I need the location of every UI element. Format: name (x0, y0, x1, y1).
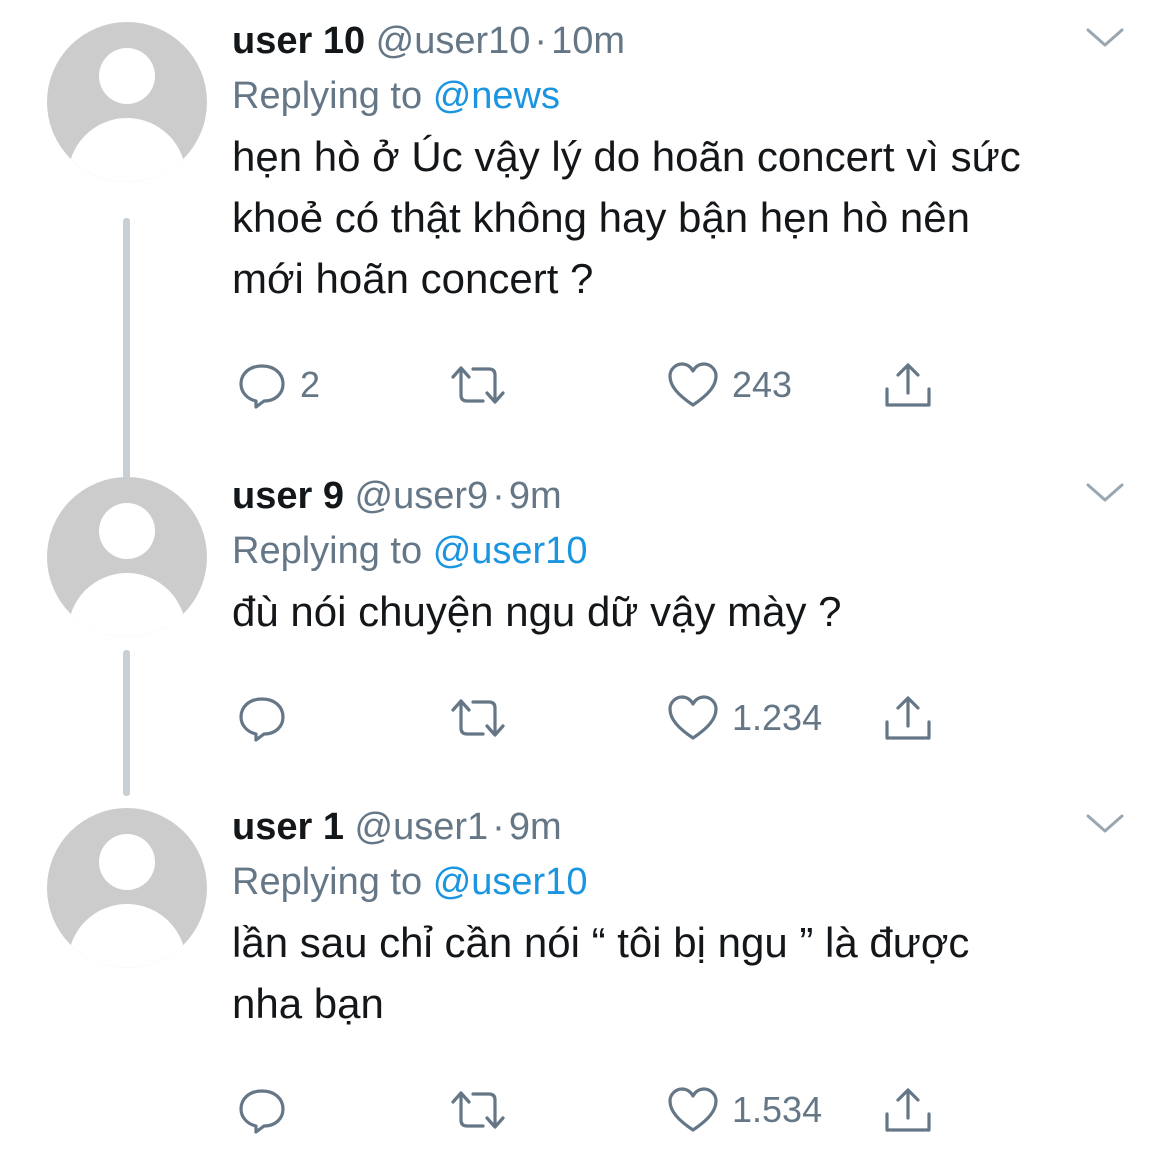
chevron-down-icon[interactable] (1083, 477, 1127, 507)
retweet-button[interactable] (448, 1080, 520, 1140)
tweet[interactable]: user 9 @user9 · 9m Replying to @user10 đù … (0, 475, 1170, 796)
tweet-text-line: đù nói chuyện ngu dữ vậy mày ? (232, 588, 842, 635)
reply-button[interactable] (236, 1080, 300, 1140)
heart-outline-icon (668, 695, 718, 740)
timestamp[interactable]: 10m (551, 20, 625, 62)
display-name[interactable]: user 1 (232, 806, 344, 848)
tweet-actions: 1.534 (232, 1080, 952, 1140)
tweet-actions: 1.234 (232, 688, 952, 748)
thread-line (123, 650, 130, 796)
tweet-header: user 9 @user9 · 9m (232, 471, 1132, 521)
retweet-arrows-icon (451, 366, 505, 404)
user-handle[interactable]: @user10 (376, 20, 531, 62)
avatar-icon[interactable] (47, 22, 207, 182)
speech-bubble-icon (239, 697, 285, 742)
display-name[interactable]: user 9 (232, 475, 344, 517)
tweet-text-line: nha bạn (232, 980, 384, 1027)
share-button[interactable] (882, 355, 934, 415)
heart-outline-icon (668, 362, 718, 407)
retweet-button[interactable] (448, 355, 520, 415)
speech-bubble-icon (239, 1089, 285, 1134)
tweet-text: đù nói chuyện ngu dữ vậy mày ? (232, 581, 1132, 642)
retweet-button[interactable] (448, 688, 520, 748)
tweet-text: hẹn hò ở Úc vậy lý do hoãn concert vì sứ… (232, 126, 1132, 309)
replying-to-line: Replying to @user10 (232, 852, 1132, 912)
reply-count: 2 (300, 364, 321, 405)
replying-to-label: Replying to (232, 861, 423, 903)
thread-line (123, 218, 130, 488)
like-button[interactable]: 1.534 (666, 1080, 822, 1140)
tweet[interactable]: user 1 @user1 · 9m Replying to @user10 lần… (0, 806, 1170, 1148)
tweet-text-line: hẹn hò ở Úc vậy lý do hoãn concert vì sứ… (232, 133, 1021, 180)
share-upload-icon (885, 363, 931, 407)
separator-dot: · (492, 475, 505, 517)
tweet-text-line: khoẻ có thật không hay bận hẹn hò nên (232, 194, 970, 241)
replying-to-label: Replying to (232, 530, 423, 572)
timestamp[interactable]: 9m (509, 806, 562, 848)
like-button[interactable]: 243 (666, 355, 792, 415)
retweet-arrows-icon (451, 699, 505, 737)
heart-outline-icon (668, 1087, 718, 1132)
tweet[interactable]: user 10 @user10 · 10m Replying to @news hẹ… (0, 20, 1170, 488)
user-handle[interactable]: @user1 (355, 806, 489, 848)
like-button[interactable]: 1.234 (666, 688, 822, 748)
share-button[interactable] (882, 688, 934, 748)
share-button[interactable] (882, 1080, 934, 1140)
retweet-arrows-icon (451, 1091, 505, 1129)
reply-button[interactable]: 2 (236, 355, 320, 415)
tweet-text: lần sau chỉ cần nói “ tôi bị ngu ” là đư… (232, 912, 1132, 1034)
replying-to-link[interactable]: @user10 (433, 861, 588, 903)
separator-dot: · (492, 806, 505, 848)
like-count: 1.234 (732, 697, 823, 738)
avatar-icon[interactable] (47, 477, 207, 637)
replying-to-line: Replying to @news (232, 66, 1132, 126)
timestamp[interactable]: 9m (509, 475, 562, 517)
tweet-header: user 10 @user10 · 10m (232, 16, 1132, 66)
replying-to-label: Replying to (232, 75, 423, 117)
share-upload-icon (885, 696, 931, 740)
replying-to-link[interactable]: @news (433, 75, 560, 117)
replying-to-link[interactable]: @user10 (433, 530, 588, 572)
tweet-header: user 1 @user1 · 9m (232, 802, 1132, 852)
chevron-down-icon[interactable] (1083, 22, 1127, 52)
like-count: 243 (732, 364, 793, 405)
tweet-text-line: mới hoãn concert ? (232, 255, 594, 302)
replying-to-line: Replying to @user10 (232, 521, 1132, 581)
speech-bubble-icon (239, 364, 285, 409)
reply-button[interactable] (236, 688, 300, 748)
tweet-text-line: lần sau chỉ cần nói “ tôi bị ngu ” là đư… (232, 919, 970, 966)
display-name[interactable]: user 10 (232, 20, 365, 62)
avatar-icon[interactable] (47, 808, 207, 968)
chevron-down-icon[interactable] (1083, 808, 1127, 838)
separator-dot: · (534, 20, 548, 62)
user-handle[interactable]: @user9 (355, 475, 489, 517)
share-upload-icon (885, 1088, 931, 1132)
tweet-actions: 2 243 (232, 355, 952, 415)
like-count: 1.534 (732, 1089, 823, 1130)
